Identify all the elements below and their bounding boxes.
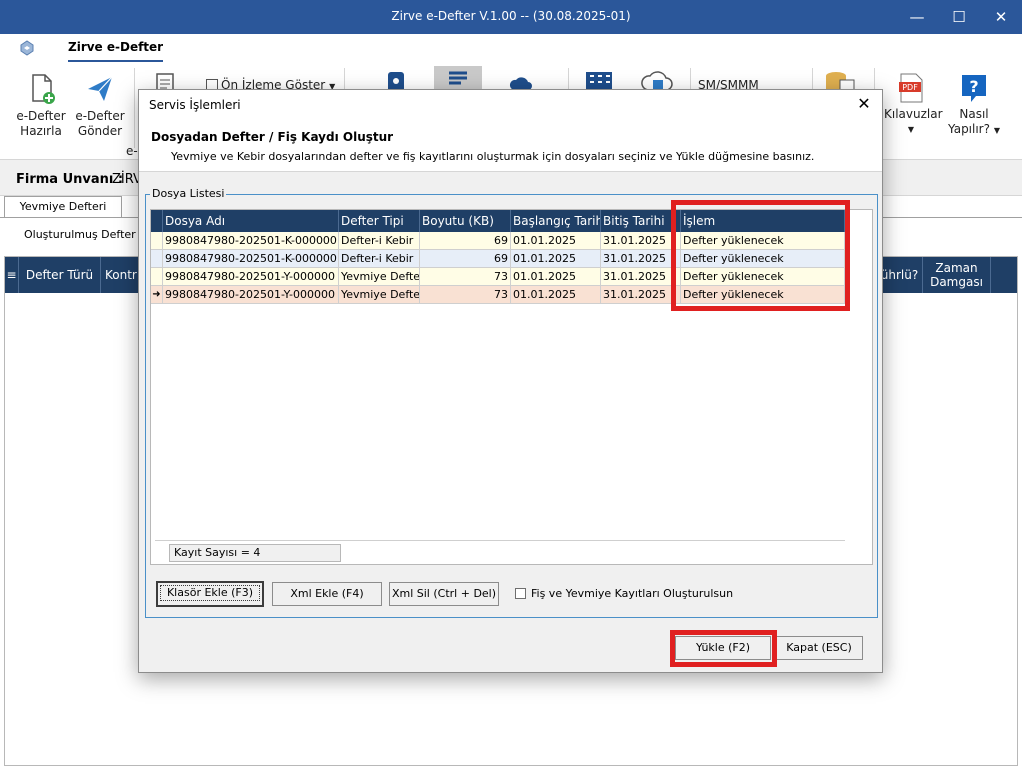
column-zaman-damgasi[interactable]: Zaman Damgası: [923, 257, 991, 293]
chevron-down-icon: ▼: [993, 126, 1000, 135]
row-indicator: [151, 250, 163, 268]
cell-bitis: 31.01.2025: [601, 250, 681, 268]
column-defter-tipi[interactable]: Defter Tipi: [339, 210, 420, 232]
cell-bitis: 31.01.2025: [601, 286, 681, 304]
app-logo-icon[interactable]: [18, 39, 36, 57]
dosya-listesi-label: Dosya Listesi: [150, 187, 227, 200]
chevron-down-icon: ▼: [907, 125, 915, 134]
edefter-gonder-line1: e-Defter: [75, 109, 125, 123]
current-row-arrow-icon: ➜: [151, 286, 163, 304]
title-bar: Zirve e-Defter V.1.00 -- (30.08.2025-01)…: [0, 0, 1022, 34]
column-dosya-adi[interactable]: Dosya Adı: [163, 210, 339, 232]
nasil-yapilir-button[interactable]: ? Nasıl Yapılır? ▼: [944, 72, 1004, 138]
cell-boyutu: 73: [420, 286, 511, 304]
tab-zirve-edefter[interactable]: Zirve e-Defter: [68, 40, 164, 62]
nasil-line2: Yapılır?: [948, 122, 990, 136]
klasor-ekle-label: Klasör Ekle (F3): [160, 585, 260, 601]
dialog-title: Servis İşlemleri: [149, 98, 241, 112]
cell-dosya-adi: 9980847980-202501-K-000000 (1).: [163, 232, 339, 250]
dialog-header: Dosyadan Defter / Fiş Kaydı Oluştur Yevm…: [139, 120, 882, 172]
grid-header-indicator: [151, 210, 163, 232]
edefter-hazirla-line2: Hazırla: [20, 124, 62, 138]
column-chooser-icon[interactable]: ≡: [5, 257, 19, 293]
row-indicator: [151, 232, 163, 250]
islem-column-highlight: [671, 200, 850, 311]
cell-bitis: 31.01.2025: [601, 232, 681, 250]
cell-baslangic: 01.01.2025: [511, 286, 601, 304]
svg-text:?: ?: [969, 77, 978, 96]
column-muhurlu[interactable]: ührlü?: [877, 257, 923, 293]
minimize-icon[interactable]: —: [896, 0, 938, 34]
cell-defter-tipi: Yevmiye Defteri: [339, 286, 420, 304]
svg-text:PDF: PDF: [902, 83, 918, 92]
servis-islemleri-dialog: Servis İşlemleri ✕ Dosyadan Defter / Fiş…: [138, 89, 883, 673]
column-kontrol[interactable]: Kontr: [101, 257, 141, 293]
kapat-button[interactable]: Kapat (ESC): [775, 636, 863, 660]
cell-baslangic: 01.01.2025: [511, 250, 601, 268]
fis-yevmiye-checkbox-label: Fiş ve Yevmiye Kayıtları Oluşturulsun: [531, 587, 734, 600]
tab-yevmiye-defteri[interactable]: Yevmiye Defteri: [4, 196, 122, 218]
kilavuzlar-label: Kılavuzlar: [884, 107, 943, 121]
column-defter-turu[interactable]: Defter Türü: [19, 257, 101, 293]
cell-dosya-adi: 9980847980-202501-Y-000000 (2).: [163, 286, 339, 304]
edefter-hazirla-button[interactable]: e-Defter Hazırla: [14, 72, 68, 139]
edefter-hazirla-line1: e-Defter: [16, 109, 66, 123]
cell-boyutu: 69: [420, 232, 511, 250]
edefter-gonder-line2: Gönder: [77, 124, 123, 138]
cell-defter-tipi: Yevmiye Defteri: [339, 268, 420, 286]
grid-footer: Kayıt Sayısı = 4: [155, 540, 845, 562]
dialog-header-title: Dosyadan Defter / Fiş Kaydı Oluştur: [151, 130, 394, 144]
close-window-icon[interactable]: ✕: [980, 0, 1022, 34]
xml-ekle-button[interactable]: Xml Ekle (F4): [272, 582, 382, 606]
cell-baslangic: 01.01.2025: [511, 268, 601, 286]
cell-baslangic: 01.01.2025: [511, 232, 601, 250]
nasil-line1: Nasıl: [959, 107, 989, 121]
yukle-button-highlight: [670, 630, 777, 667]
help-icon: ?: [962, 75, 986, 102]
maximize-icon[interactable]: ☐: [938, 0, 980, 34]
ribbon-tabs: Zirve e-Defter: [0, 34, 1022, 64]
send-icon: [88, 76, 113, 101]
ribbon-separator: [134, 68, 135, 148]
pdf-icon: PDF: [899, 73, 923, 103]
cell-boyutu: 73: [420, 268, 511, 286]
zaman-line2: Damgası: [930, 275, 983, 289]
cell-dosya-adi: 9980847980-202501-Y-000000 (1).: [163, 268, 339, 286]
cell-defter-tipi: Defter-i Kebir: [339, 250, 420, 268]
close-icon[interactable]: ✕: [854, 94, 874, 114]
cell-boyutu: 69: [420, 250, 511, 268]
document-add-icon: [32, 74, 55, 104]
fis-yevmiye-checkbox[interactable]: [515, 588, 526, 599]
cell-bitis: 31.01.2025: [601, 268, 681, 286]
edefter-gonder-button[interactable]: e-Defter Gönder: [72, 72, 128, 139]
column-boyutu[interactable]: Boyutu (KB): [420, 210, 511, 232]
cell-dosya-adi: 9980847980-202501-K-000000 (2).: [163, 250, 339, 268]
klasor-ekle-button[interactable]: Klasör Ekle (F3): [156, 581, 264, 607]
zaman-line1: Zaman: [935, 261, 978, 275]
row-indicator: [151, 268, 163, 286]
xml-sil-button[interactable]: Xml Sil (Ctrl + Del): [389, 582, 499, 606]
dialog-header-description: Yevmiye ve Kebir dosyalarından defter ve…: [171, 150, 815, 163]
column-bitis-tarihi[interactable]: Bitiş Tarihi: [601, 210, 681, 232]
dialog-title-bar: Servis İşlemleri ✕: [139, 90, 882, 120]
cell-defter-tipi: Defter-i Kebir: [339, 232, 420, 250]
column-baslangic-tarihi[interactable]: Başlangıç Tarih: [511, 210, 601, 232]
record-count: Kayıt Sayısı = 4: [169, 544, 341, 562]
window-title: Zirve e-Defter V.1.00 -- (30.08.2025-01): [391, 9, 631, 23]
kilavuzlar-button[interactable]: PDF Kılavuzlar ▼: [884, 72, 943, 137]
firma-label: Firma Unvanı :: [16, 172, 124, 187]
